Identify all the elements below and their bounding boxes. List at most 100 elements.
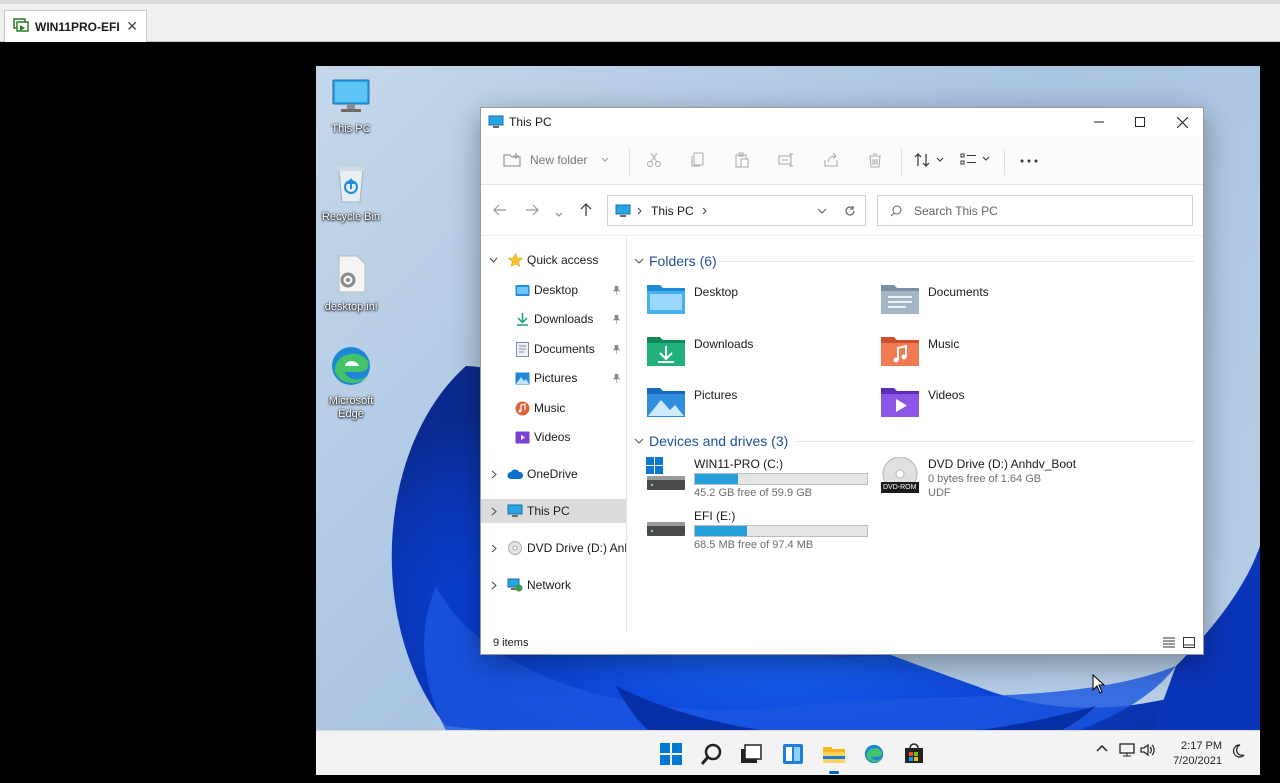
- search-button[interactable]: [697, 739, 727, 769]
- address-bar[interactable]: This PC: [607, 195, 866, 226]
- vm-tab-bar: WIN11PRO-EFI ✕: [0, 0, 1280, 42]
- nav-item-onedrive[interactable]: OneDrive: [481, 462, 626, 486]
- focus-assist-button[interactable]: [1230, 743, 1246, 762]
- nav-item-desktop[interactable]: Desktop: [481, 278, 626, 302]
- share-button[interactable]: [823, 152, 839, 168]
- clock-time: 2:17 PM: [1181, 740, 1222, 752]
- drive-d[interactable]: DVD-ROM DVD Drive (D:) Anhdv_Boot 0 byte…: [880, 457, 1076, 499]
- new-folder-button[interactable]: New folder: [503, 152, 609, 168]
- start-button[interactable]: [656, 739, 686, 769]
- volume-tray-button[interactable]: [1140, 743, 1156, 760]
- ellipsis-icon: [1020, 159, 1038, 163]
- show-hidden-icons-button[interactable]: [1096, 743, 1108, 758]
- desktop-icon-microsoft-edge[interactable]: Microsoft Edge: [316, 342, 386, 421]
- rename-button[interactable]: [778, 152, 794, 168]
- task-view-button[interactable]: [736, 739, 766, 769]
- speaker-icon: [1140, 743, 1155, 757]
- paste-icon: [735, 152, 749, 168]
- chevron-right-icon: [491, 581, 497, 589]
- desktop-icon-label: Microsoft Edge: [328, 395, 374, 420]
- nav-item-videos[interactable]: Videos: [481, 425, 626, 449]
- nav-item-downloads[interactable]: Downloads: [481, 307, 626, 331]
- cut-button[interactable]: [646, 152, 662, 168]
- folder-downloads[interactable]: Downloads: [646, 333, 753, 367]
- nav-label: Network: [527, 578, 572, 592]
- nav-label: Music: [534, 401, 566, 415]
- cloud-icon: [507, 469, 524, 479]
- devices-group-header[interactable]: Devices and drives (3): [634, 433, 788, 449]
- folder-videos[interactable]: Videos: [880, 384, 964, 418]
- copy-button[interactable]: [690, 152, 706, 168]
- chevron-down-icon: [489, 257, 498, 263]
- file-explorer-window: This PC New folder This PC Search This P…: [480, 107, 1204, 655]
- group-divider: [720, 261, 1194, 262]
- details-view-button[interactable]: [1163, 637, 1175, 651]
- share-icon: [824, 152, 838, 167]
- search-icon: [890, 205, 902, 216]
- sort-button[interactable]: [914, 152, 944, 168]
- maximize-icon: [1135, 117, 1145, 127]
- maximize-button[interactable]: [1119, 108, 1161, 136]
- up-button[interactable]: [580, 203, 592, 220]
- store-button[interactable]: [899, 739, 929, 769]
- widgets-button[interactable]: [778, 739, 808, 769]
- nav-label: Quick access: [527, 253, 599, 267]
- vm-icon: [13, 17, 29, 36]
- nav-item-network[interactable]: Network: [481, 573, 626, 597]
- desktop-icon-desktop-ini[interactable]: desktop.ini: [316, 252, 386, 314]
- drive-free-space: 0 bytes free of 1.64 GB: [928, 473, 1042, 485]
- vm-tab-title: WIN11PRO-EFI: [35, 19, 120, 34]
- desktop-icon-this-pc[interactable]: This PC: [316, 74, 386, 136]
- edge-icon: [864, 744, 884, 764]
- folders-group-header[interactable]: Folders (6): [634, 253, 717, 269]
- nav-item-dvd-drive[interactable]: DVD Drive (D:) Anhdv_Boot: [481, 536, 626, 560]
- file-explorer-button[interactable]: [819, 739, 849, 774]
- nav-item-music[interactable]: Music: [481, 396, 626, 420]
- chevron-down-icon: [982, 156, 990, 161]
- taskbar-clock[interactable]: 2:17 PM 7/20/2021: [1173, 739, 1222, 769]
- moon-icon: [1232, 744, 1245, 758]
- folder-music[interactable]: Music: [880, 333, 959, 367]
- this-pc-icon: [488, 115, 504, 128]
- vm-tab-close-button[interactable]: ✕: [126, 18, 138, 35]
- folder-documents[interactable]: Documents: [880, 281, 989, 315]
- minimize-button[interactable]: [1078, 108, 1120, 136]
- large-icons-view-button[interactable]: [1183, 637, 1195, 651]
- arrow-up-icon: [580, 203, 592, 216]
- refresh-icon[interactable]: [844, 205, 856, 217]
- address-location[interactable]: This PC: [651, 204, 694, 218]
- scissors-icon: [647, 152, 661, 167]
- more-options-button[interactable]: [1020, 159, 1038, 163]
- desktop-icon-recycle-bin[interactable]: Recycle Bin: [316, 162, 386, 224]
- chevron-down-icon: [936, 157, 944, 162]
- windows-logo-icon: [660, 743, 682, 765]
- folder-pictures[interactable]: Pictures: [646, 384, 737, 418]
- forward-button[interactable]: [525, 204, 539, 219]
- view-list-icon: [960, 153, 976, 165]
- delete-button[interactable]: [867, 152, 883, 168]
- nav-item-this-pc[interactable]: This PC: [481, 499, 626, 523]
- picture-icon: [515, 372, 530, 384]
- drive-c[interactable]: WIN11-PRO (C:) 45.2 GB free of 59.9 GB: [646, 457, 868, 499]
- nav-item-quick-access[interactable]: Quick access: [481, 248, 626, 272]
- drive-e[interactable]: EFI (E:) 68.5 MB free of 97.4 MB: [646, 509, 868, 551]
- vm-tab[interactable]: WIN11PRO-EFI ✕: [4, 10, 147, 42]
- document-icon: [516, 341, 529, 357]
- drive-name: WIN11-PRO (C:): [694, 457, 784, 471]
- nav-item-pictures[interactable]: Pictures: [481, 366, 626, 390]
- chevron-right-icon: [702, 207, 707, 214]
- this-pc-icon: [507, 504, 523, 517]
- network-tray-button[interactable]: [1119, 743, 1135, 760]
- nav-item-documents[interactable]: Documents: [481, 337, 626, 361]
- close-button[interactable]: [1161, 108, 1203, 136]
- search-box[interactable]: Search This PC: [877, 195, 1193, 226]
- folder-desktop[interactable]: Desktop: [646, 281, 738, 315]
- view-button[interactable]: [960, 152, 990, 166]
- close-icon: [1176, 116, 1188, 128]
- chevron-down-icon: [634, 258, 644, 264]
- edge-button[interactable]: [859, 739, 889, 769]
- paste-button[interactable]: [734, 152, 750, 168]
- chevron-down-icon[interactable]: [817, 208, 827, 215]
- recent-locations-button[interactable]: [555, 207, 563, 221]
- back-button[interactable]: [493, 204, 507, 219]
